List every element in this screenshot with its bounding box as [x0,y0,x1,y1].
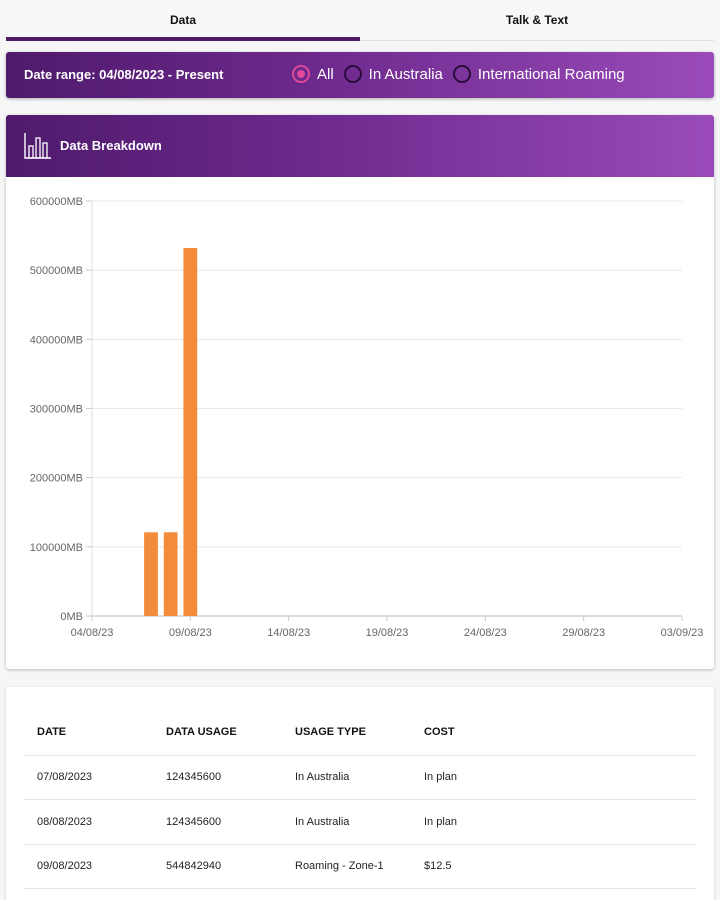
date-range-label: Date range: 04/08/2023 - Present [24,67,224,82]
radio-international-roaming[interactable] [452,65,471,83]
filter-option-in-australia[interactable]: In Australia [343,65,443,83]
usage-table-card: DATE DATA USAGE USAGE TYPE COST 07/08/2023 1… [6,687,714,900]
data-usage-bar-chart: 0MB 100000MB 200000MB 300000MB 400000MB 50000… [30,196,704,639]
y-tick-label: 0MB [60,611,83,623]
y-tick-label: 200000MB [30,473,83,485]
usage-tabs: Data Talk & Text [6,0,714,41]
table-header-row: DATE DATA USAGE USAGE TYPE COST [24,709,697,756]
cell-usage-type: In Australia [282,755,411,800]
table-header-usage-type: USAGE TYPE [282,709,411,756]
radio-all[interactable] [292,65,310,83]
cell-data-usage: 124345600 [153,755,282,800]
filter-option-international-roaming[interactable]: International Roaming [452,65,625,83]
filter-bar: Date range: 04/08/2023 - Present All In … [6,52,714,98]
y-tick-label: 100000MB [30,542,83,554]
y-tick-label: 400000MB [30,334,83,346]
data-bar [183,248,198,616]
usage-filter-radio-group: All In Australia International Roaming [292,65,635,83]
x-tick-label: 03/09/23 [661,627,704,639]
filter-option-label: All [317,65,334,83]
cell-data-usage: 544842940 [153,844,282,889]
table-row: 08/08/2023 124345600 In Australia In plan [24,799,697,845]
table-row: 09/08/2023 544842940 Roaming - Zone-1 $12.5 [24,844,697,889]
bar-chart-icon [24,133,51,159]
usage-table: DATE DATA USAGE USAGE TYPE COST 07/08/2023 1… [24,709,697,889]
cell-cost: In plan [411,755,697,800]
cell-date: 08/08/2023 [24,799,153,845]
tab-data[interactable]: Data [6,0,360,41]
table-body: 07/08/2023 124345600 In Australia In plan 08… [24,755,697,889]
x-tick-label: 14/08/23 [267,627,310,639]
table-header-data-usage: DATA USAGE [153,709,282,756]
y-tick-label: 300000MB [30,404,83,416]
x-tick-label: 24/08/23 [464,627,507,639]
data-bar [144,532,158,616]
filter-option-label: In Australia [368,65,443,83]
table-header-date: DATE [24,709,153,756]
table-header-cost: COST [411,709,697,756]
cell-date: 09/08/2023 [24,844,153,889]
cell-cost: In plan [411,799,697,845]
chart-title: Data Breakdown [60,138,162,153]
cell-data-usage: 124345600 [153,799,282,845]
radio-in-australia[interactable] [343,65,362,83]
chart-header: Data Breakdown [6,115,714,177]
cell-usage-type: In Australia [282,799,411,845]
x-tick-label: 29/08/23 [562,627,605,639]
x-tick-label: 09/08/23 [169,627,212,639]
y-tick-label: 600000MB [30,196,83,208]
cell-usage-type: Roaming - Zone-1 [282,844,411,889]
x-tick-label: 04/08/23 [71,627,114,639]
y-tick-label: 500000MB [30,265,83,277]
cell-cost: $12.5 [411,844,697,889]
data-bar [163,532,178,616]
filter-option-label: International Roaming [477,65,625,83]
table-row: 07/08/2023 124345600 In Australia In plan [24,755,697,800]
tab-talk-and-text[interactable]: Talk & Text [360,0,714,40]
filter-option-all[interactable]: All [292,65,334,83]
data-breakdown-card: Data Breakdown 0MB 100000MB 200000MB 300000… [6,115,714,669]
cell-date: 07/08/2023 [24,755,153,800]
x-tick-label: 19/08/23 [366,627,409,639]
